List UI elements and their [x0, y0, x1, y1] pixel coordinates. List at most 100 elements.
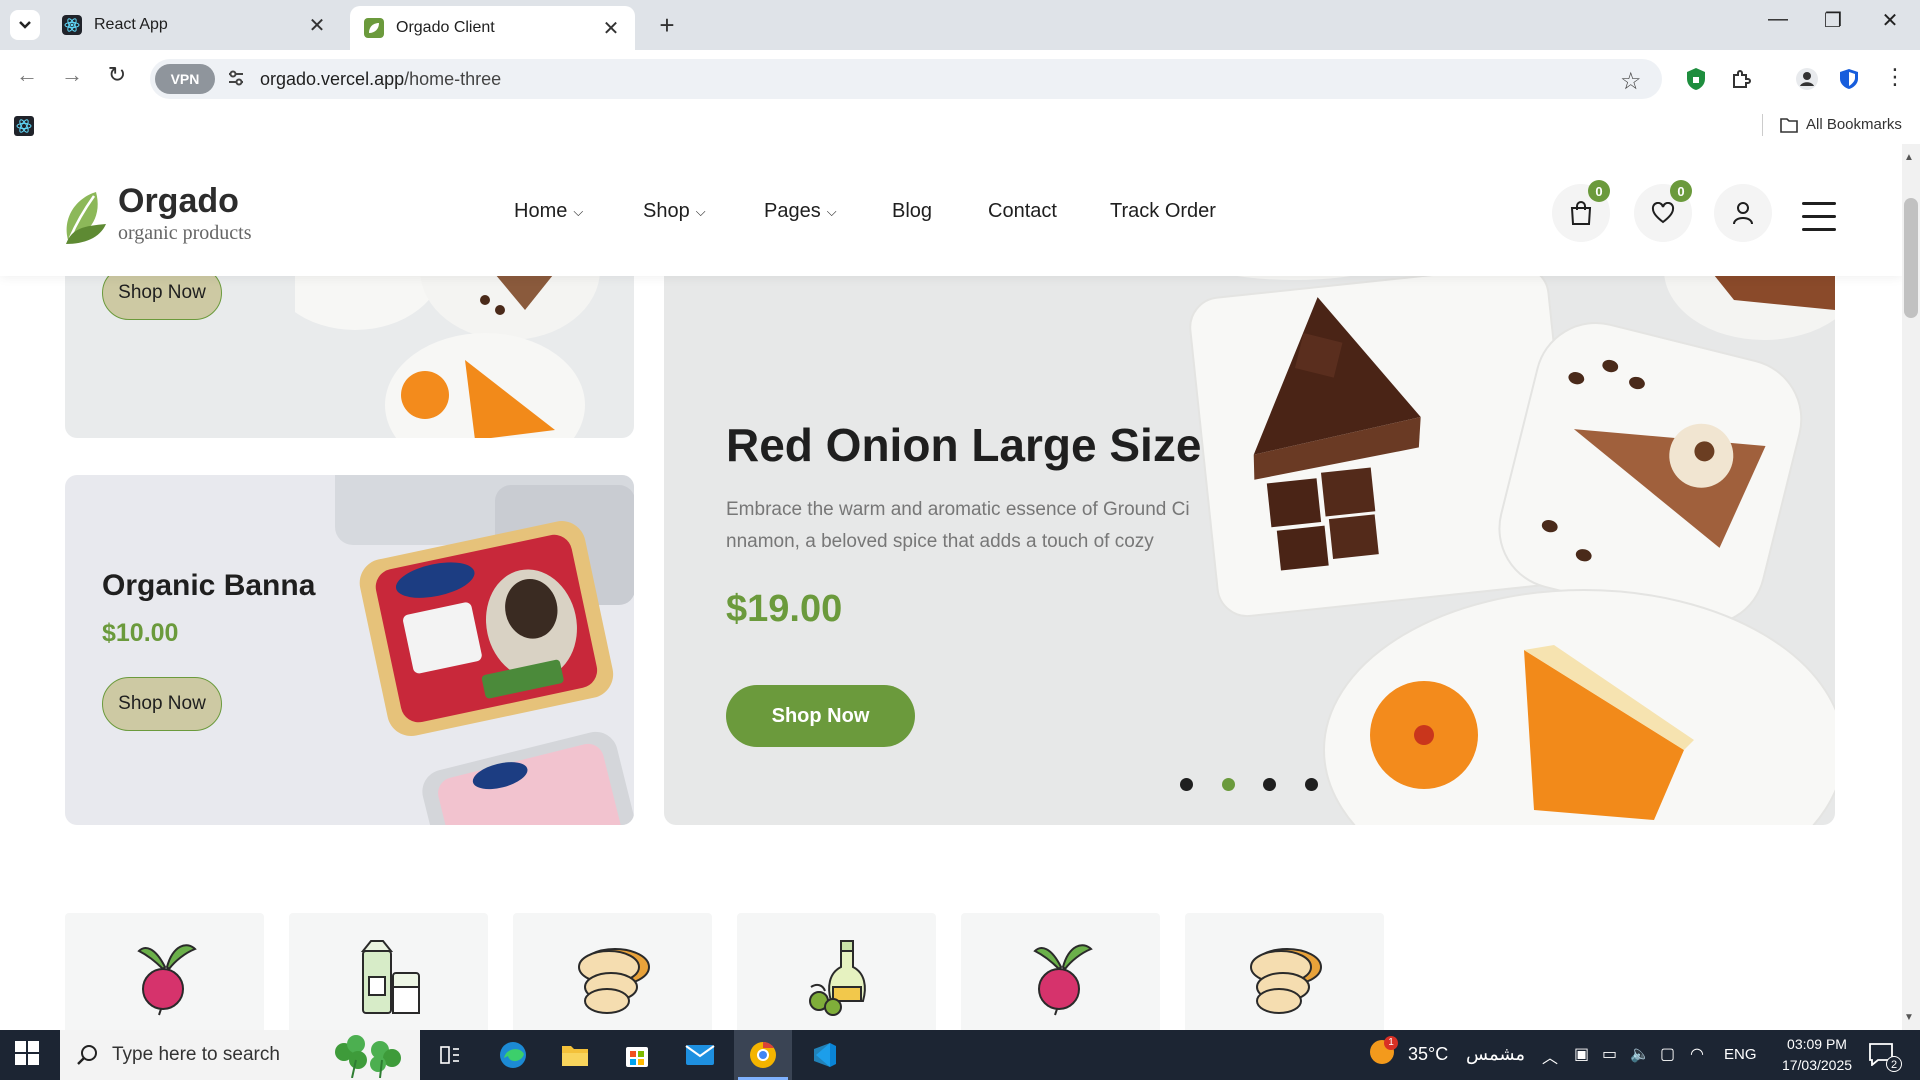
extensions-puzzle-icon[interactable] [1728, 66, 1754, 92]
tab-title: React App [94, 16, 168, 33]
nav-contact[interactable]: Contact [988, 200, 1057, 223]
edge-browser-icon[interactable] [493, 1036, 533, 1074]
url-domain: orgado.vercel.app [260, 69, 405, 89]
nav-label: Pages [764, 200, 821, 222]
windows-start-icon[interactable] [14, 1040, 44, 1070]
file-explorer-icon[interactable] [555, 1036, 595, 1074]
category-tile[interactable] [65, 913, 264, 1030]
nav-label: Track Order [1110, 200, 1216, 222]
bread-icon [1249, 948, 1322, 1014]
shield-extension-icon[interactable] [1683, 66, 1709, 92]
category-tile[interactable] [961, 913, 1160, 1030]
promo-card-organic-banna: Organic Banna $10.00 Shop Now [65, 475, 634, 825]
slider-dot-4[interactable] [1305, 778, 1318, 791]
nav-label: Contact [988, 200, 1057, 222]
slider-dot-1[interactable] [1180, 778, 1193, 791]
weather-description[interactable]: مشمس [1466, 1044, 1525, 1065]
vpn-badge[interactable]: VPN [155, 64, 215, 94]
battery-icon[interactable]: ▭ [1602, 1044, 1617, 1064]
logo-name[interactable]: Orgado [118, 182, 239, 221]
hero-slider: Red Onion Large Size Embrace the warm an… [664, 250, 1835, 825]
chrome-browser-icon[interactable] [743, 1036, 783, 1074]
nav-pages[interactable]: Pages ⌵ [764, 200, 837, 223]
slider-dot-3[interactable] [1263, 778, 1276, 791]
react-bookmark-icon[interactable] [14, 116, 34, 136]
beetroot-icon [1032, 944, 1093, 1016]
cake-plates-image [295, 250, 600, 438]
profile-avatar-icon[interactable] [1794, 66, 1820, 92]
page-viewport: Orgado organic products Home ⌵ Shop ⌵ Page… [0, 144, 1902, 1030]
nav-label: Blog [892, 200, 933, 222]
show-hidden-icons-icon[interactable]: ︿ [1542, 1044, 1558, 1068]
clock-time: 03:09 PM [1787, 1036, 1847, 1052]
hero-description: Embrace the warm and aromatic essence of… [726, 499, 1190, 552]
back-arrow-icon[interactable]: ← [10, 62, 44, 88]
notification-count-badge: 2 [1886, 1056, 1902, 1072]
nav-label: Home [514, 200, 568, 222]
scroll-up-arrow-icon[interactable]: ▲ [1904, 152, 1914, 163]
hero-price: $19.00 [726, 588, 843, 630]
bookmarks-bar [0, 108, 1920, 144]
bitwarden-shield-icon[interactable] [1836, 66, 1862, 92]
folder-icon [1780, 117, 1798, 133]
tab-search-button[interactable] [10, 10, 40, 40]
url-text[interactable]: orgado.vercel.app/home-three [260, 69, 501, 90]
volume-icon[interactable]: 🔈 [1630, 1044, 1650, 1064]
chevron-down-icon: ⌵ [573, 203, 584, 219]
nav-track-order[interactable]: Track Order [1110, 200, 1216, 223]
search-icon [77, 1045, 97, 1065]
meet-now-icon[interactable]: ▣ [1574, 1044, 1589, 1064]
microsoft-store-icon[interactable] [617, 1036, 657, 1074]
forward-arrow-icon[interactable]: → [55, 62, 89, 88]
hero-shop-now-button[interactable]: Shop Now [726, 685, 915, 747]
close-window-icon[interactable]: ✕ [1870, 8, 1910, 33]
all-bookmarks-button[interactable]: All Bookmarks [1780, 116, 1902, 133]
hero-title: Red Onion Large Size [726, 419, 1202, 471]
category-tile[interactable] [289, 913, 488, 1030]
task-view-icon[interactable] [430, 1036, 470, 1074]
hamburger-menu-icon[interactable] [1802, 202, 1836, 241]
milk-icon [360, 940, 420, 1014]
shop-now-button[interactable]: Shop Now [102, 677, 222, 731]
mail-icon[interactable] [680, 1036, 720, 1074]
vscode-icon[interactable] [804, 1036, 844, 1074]
restore-window-icon[interactable]: ❐ [1813, 8, 1853, 33]
wishlist-count-badge: 0 [1670, 180, 1692, 202]
scroll-down-arrow-icon[interactable]: ▼ [1904, 1012, 1914, 1023]
card-price: $10.00 [102, 619, 179, 647]
close-tab-icon[interactable]: ✕ [307, 13, 327, 38]
minimize-window-icon[interactable]: — [1758, 8, 1798, 31]
nav-shop[interactable]: Shop ⌵ [643, 200, 706, 223]
weather-temperature[interactable]: 35°C [1408, 1044, 1448, 1065]
all-bookmarks-label: All Bookmarks [1806, 116, 1902, 133]
orgado-logo-leaf-icon[interactable] [62, 188, 110, 251]
nav-blog[interactable]: Blog [892, 200, 932, 223]
cart-count-badge: 0 [1588, 180, 1610, 202]
tab-orgado-client[interactable]: Orgado Client ✕ [350, 6, 635, 50]
slider-dot-2[interactable] [1222, 778, 1235, 791]
url-path: /home-three [404, 69, 502, 89]
category-tile[interactable] [513, 913, 712, 1030]
orgado-leaf-icon [364, 18, 384, 38]
site-header: Orgado organic products Home ⌵ Shop ⌵ Page… [0, 144, 1902, 276]
page-scrollbar-thumb[interactable] [1904, 198, 1918, 318]
account-button[interactable] [1714, 184, 1772, 242]
browser-menu-icon[interactable]: ⋮ [1884, 64, 1906, 90]
nav-home[interactable]: Home ⌵ [514, 200, 583, 223]
oil-bottle-icon [808, 940, 866, 1016]
site-settings-icon[interactable] [226, 68, 246, 93]
category-tile[interactable] [737, 913, 936, 1030]
display-icon[interactable]: ▢ [1660, 1044, 1675, 1064]
reload-icon[interactable]: ↻ [100, 62, 134, 88]
nav-label: Shop [643, 200, 690, 222]
category-tile[interactable] [1185, 913, 1384, 1030]
heart-icon [1651, 202, 1675, 224]
bookmark-star-icon[interactable]: ☆ [1620, 67, 1642, 96]
chevron-down-icon: ⌵ [695, 203, 706, 219]
language-indicator[interactable]: ENG [1724, 1046, 1757, 1063]
close-tab-icon[interactable]: ✕ [601, 16, 621, 41]
new-tab-button[interactable]: + [652, 10, 682, 41]
clock[interactable]: 03:09 PM 17/03/2025 [1772, 1034, 1862, 1076]
tab-react-app[interactable]: React App ✕ [48, 6, 341, 44]
wifi-icon[interactable]: ◠ [1690, 1044, 1704, 1064]
